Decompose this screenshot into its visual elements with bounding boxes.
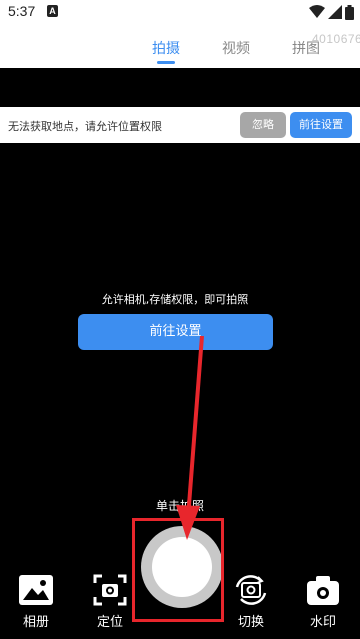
- watermark-id-text: 40106763: [312, 32, 360, 46]
- watermark-label: 水印: [309, 615, 336, 630]
- tab-photo[interactable]: 拍摄: [152, 38, 180, 58]
- gallery-icon: [19, 575, 53, 605]
- camera-settings-button[interactable]: 前往设置: [78, 314, 273, 350]
- status-time: 5:37: [8, 3, 36, 19]
- tab-video[interactable]: 视频: [222, 38, 250, 58]
- album-button[interactable]: 相册: [11, 573, 61, 630]
- ignore-button[interactable]: 忽略: [240, 112, 286, 138]
- switch-camera-button[interactable]: 切换: [226, 573, 276, 630]
- switch-camera-icon: [235, 575, 267, 605]
- location-permission-banner: 无法获取地点，请允许位置权限 忽略 前往设置: [0, 107, 360, 143]
- locate-icon: [93, 574, 127, 606]
- watermark-button[interactable]: 水印: [298, 573, 348, 630]
- status-icons: [309, 4, 354, 20]
- notification-a-icon: A: [47, 5, 58, 17]
- locate-button[interactable]: 定位: [85, 573, 135, 630]
- camera-permission-text: 允许相机,存储权限，即可拍照: [101, 293, 249, 306]
- highlight-box: [132, 518, 224, 622]
- watermark-camera-icon: [307, 576, 339, 605]
- active-tab-indicator: [157, 61, 175, 64]
- shutter-hint: 单击拍照: [155, 499, 204, 513]
- status-bar: 5:37 A: [0, 0, 360, 24]
- wifi-icon: [309, 5, 325, 18]
- locate-label: 定位: [96, 615, 123, 630]
- signal-icon: [328, 5, 342, 19]
- location-warning-text: 无法获取地点，请允许位置权限: [8, 120, 162, 133]
- location-settings-button[interactable]: 前往设置: [290, 112, 352, 138]
- switch-label: 切换: [237, 615, 264, 630]
- mode-tab-bar: 拍摄 视频 拼图 40106763: [0, 24, 360, 68]
- battery-icon: [345, 4, 354, 20]
- album-label: 相册: [22, 615, 49, 630]
